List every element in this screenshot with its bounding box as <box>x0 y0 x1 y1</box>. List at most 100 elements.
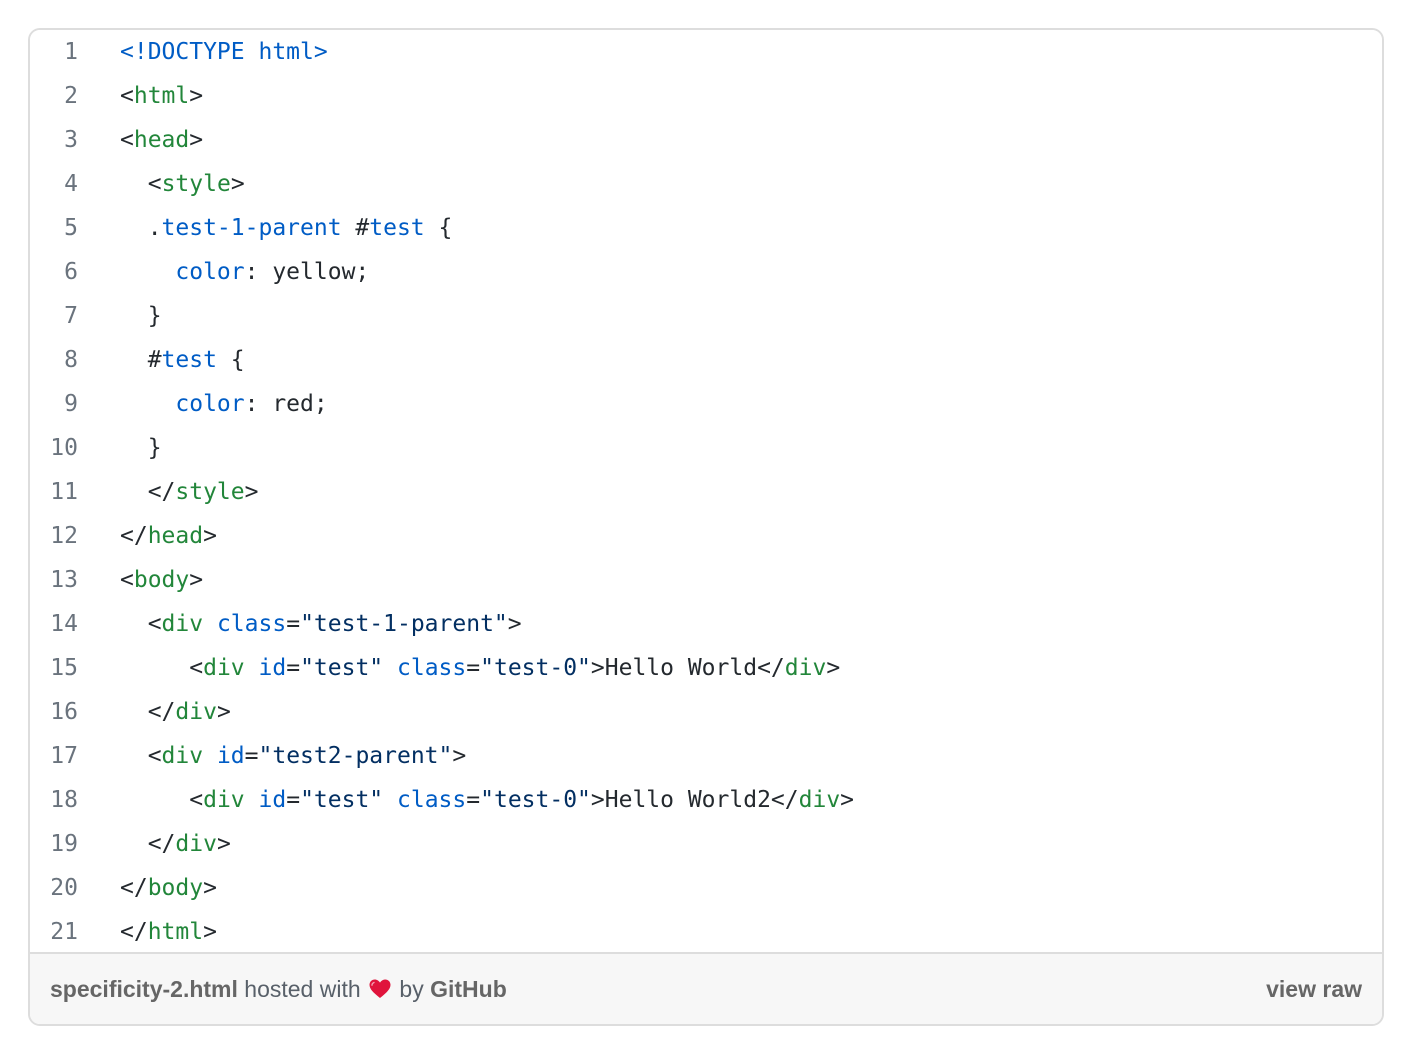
gist-meta-info: specificity-2.html hosted with by GitHub <box>50 954 507 1024</box>
code-token-tag: div <box>161 611 204 637</box>
code-line: 15 <div id="test" class="test-0">Hello W… <box>30 646 1382 690</box>
code-token-punct: > <box>230 171 245 197</box>
github-link[interactable]: GitHub <box>430 976 507 1002</box>
line-number[interactable]: 21 <box>30 910 78 954</box>
line-code: #test { <box>120 338 245 382</box>
line-number[interactable]: 1 <box>30 30 78 74</box>
view-raw-link[interactable]: view raw <box>1266 954 1362 1024</box>
code-token-text: : red; <box>244 391 328 417</box>
code-viewer: 1 <!DOCTYPE html> 2 <html> 3 <head> 4 <style> 5… <box>30 30 1382 954</box>
line-number[interactable]: 4 <box>30 162 78 206</box>
code-line: 16 </div> <box>30 690 1382 734</box>
line-number[interactable]: 12 <box>30 514 78 558</box>
code-line: 6 color: yellow; <box>30 250 1382 294</box>
code-token-text: </ <box>120 699 176 725</box>
code-token-tag: div <box>798 787 841 813</box>
code-token-tag: style <box>161 171 231 197</box>
line-code: <!DOCTYPE html> <box>120 30 328 74</box>
code-line: 9 color: red; <box>30 382 1382 426</box>
code-token-text: # <box>341 215 370 241</box>
code-token-tag: head <box>147 523 204 549</box>
line-code: } <box>120 426 162 470</box>
line-number[interactable]: 16 <box>30 690 78 734</box>
line-number[interactable]: 2 <box>30 74 78 118</box>
line-number[interactable]: 10 <box>30 426 78 470</box>
code-token-text: < <box>120 743 162 769</box>
code-token-punct: > <box>507 611 522 637</box>
hosted-with-text: hosted with <box>244 976 361 1002</box>
gist-footer: specificity-2.html hosted with by GitHub… <box>30 952 1382 1024</box>
code-token-punct: < <box>120 567 134 593</box>
code-token-doctype: <!DOCTYPE html> <box>120 39 328 65</box>
line-number[interactable]: 19 <box>30 822 78 866</box>
code-token-text: : yellow; <box>244 259 370 285</box>
line-number[interactable]: 17 <box>30 734 78 778</box>
line-number[interactable]: 7 <box>30 294 78 338</box>
code-token-text: # <box>120 347 162 373</box>
line-number[interactable]: 13 <box>30 558 78 602</box>
code-line: 11 </style> <box>30 470 1382 514</box>
code-token-attr: id <box>258 655 287 681</box>
code-token-sel: test <box>161 347 217 373</box>
code-token-punct: > <box>203 875 217 901</box>
code-token-tag: body <box>147 875 204 901</box>
code-token-text: . <box>120 215 162 241</box>
gist-filename-link[interactable]: specificity-2.html <box>50 976 238 1002</box>
line-number[interactable]: 20 <box>30 866 78 910</box>
code-token-text: < <box>120 611 162 637</box>
code-token-attr: class <box>397 787 467 813</box>
code-token-str: "test" <box>300 787 384 813</box>
code-token-tag: div <box>161 743 204 769</box>
code-token-text: = <box>286 655 301 681</box>
code-token-text: { <box>216 347 245 373</box>
code-line: 7 } <box>30 294 1382 338</box>
code-token-punct: > <box>189 83 204 109</box>
code-line: 8 #test { <box>30 338 1382 382</box>
code-token-punct: > <box>826 655 841 681</box>
line-code: <div id="test2-parent"> <box>120 734 467 778</box>
line-code: </style> <box>120 470 259 514</box>
code-token-text: = <box>466 655 481 681</box>
code-token-punct: </ <box>120 875 148 901</box>
code-token-str: "test-0" <box>480 787 591 813</box>
line-number[interactable]: 9 <box>30 382 78 426</box>
code-token-punct: </ <box>120 523 148 549</box>
code-token-attr: id <box>216 743 245 769</box>
line-number[interactable]: 11 <box>30 470 78 514</box>
code-token-punct: > <box>203 523 217 549</box>
code-token-text: < <box>120 787 204 813</box>
code-line: 4 <style> <box>30 162 1382 206</box>
code-line: 19 </div> <box>30 822 1382 866</box>
code-token-text: = <box>286 787 301 813</box>
line-code: <html> <box>120 74 203 118</box>
code-token-text: </ <box>120 479 176 505</box>
line-number[interactable]: 6 <box>30 250 78 294</box>
code-token-tag: div <box>203 787 245 813</box>
line-number[interactable]: 3 <box>30 118 78 162</box>
code-token-punct: > <box>189 127 204 153</box>
code-line: 10 } <box>30 426 1382 470</box>
code-token-tag: div <box>203 655 245 681</box>
code-line: 1 <!DOCTYPE html> <box>30 30 1382 74</box>
line-code: <head> <box>120 118 203 162</box>
code-token-text: = <box>244 743 259 769</box>
by-text: by <box>399 976 424 1002</box>
line-number[interactable]: 18 <box>30 778 78 822</box>
line-code: </div> <box>120 690 231 734</box>
line-number[interactable]: 15 <box>30 646 78 690</box>
line-number[interactable]: 14 <box>30 602 78 646</box>
gist-embed: 1 <!DOCTYPE html> 2 <html> 3 <head> 4 <style> 5… <box>28 28 1384 1026</box>
code-line: 17 <div id="test2-parent"> <box>30 734 1382 778</box>
code-line: 18 <div id="test" class="test-0">Hello W… <box>30 778 1382 822</box>
code-token-tag: body <box>133 567 190 593</box>
code-token-text: >Hello World2</ <box>590 787 799 813</box>
line-number[interactable]: 5 <box>30 206 78 250</box>
code-line: 14 <div class="test-1-parent"> <box>30 602 1382 646</box>
line-code: </head> <box>120 514 217 558</box>
code-token-tag: html <box>133 83 190 109</box>
line-number[interactable]: 8 <box>30 338 78 382</box>
